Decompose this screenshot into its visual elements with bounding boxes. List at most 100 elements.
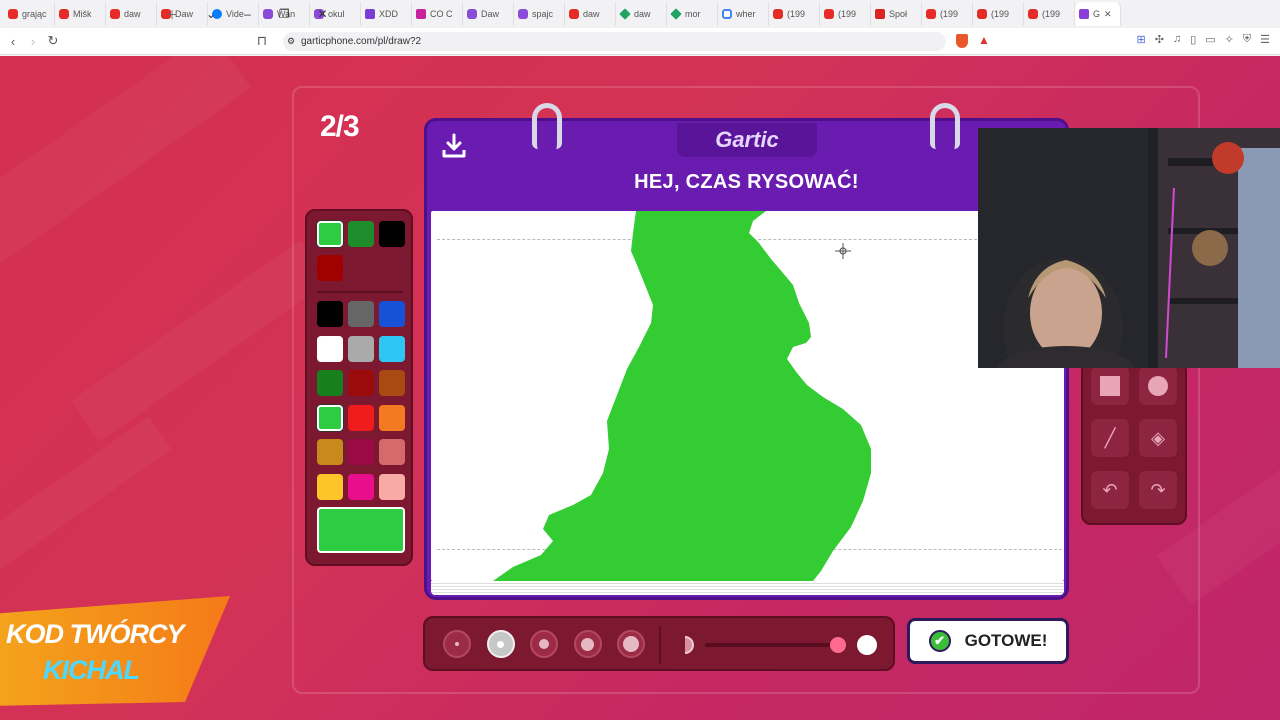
color-swatch[interactable]: [317, 404, 343, 431]
close-tab-icon[interactable]: ✕: [1104, 9, 1112, 20]
color-swatch[interactable]: [348, 301, 374, 327]
line-tool[interactable]: ╱: [1091, 419, 1129, 457]
extensions-icon[interactable]: ✣: [1155, 33, 1164, 46]
color-swatch[interactable]: [379, 301, 405, 327]
browser-tab[interactable]: daw: [565, 2, 616, 26]
rectangle-tool[interactable]: [1091, 367, 1129, 405]
sidebar-icon[interactable]: ▯: [1190, 33, 1196, 46]
browser-tab[interactable]: daw: [106, 2, 157, 26]
browser-tab[interactable]: XDD: [361, 2, 412, 26]
color-swatch[interactable]: [317, 439, 343, 465]
brush-size-option[interactable]: [617, 630, 645, 658]
tab-label: mor: [685, 9, 701, 19]
menu-icon[interactable]: ☰: [1260, 33, 1270, 46]
undo-icon: ↶: [1102, 479, 1118, 500]
color-swatch[interactable]: [348, 335, 374, 362]
undo-button[interactable]: ↶: [1091, 471, 1129, 509]
leo-icon[interactable]: ✧: [1225, 33, 1234, 46]
webcam-image: [978, 128, 1280, 368]
browser-tab[interactable]: Społ: [871, 2, 922, 26]
color-swatch[interactable]: [348, 473, 374, 500]
color-swatch[interactable]: [317, 473, 343, 500]
browser-tab[interactable]: G ✕: [1075, 2, 1121, 26]
translate-icon[interactable]: ⊞: [1137, 33, 1146, 46]
brave-rewards-icon[interactable]: ▲: [978, 33, 990, 47]
browser-tab[interactable]: wher: [718, 2, 769, 26]
back-button[interactable]: ‹: [3, 34, 23, 49]
tab-search-icon[interactable]: ⌄: [206, 7, 216, 21]
opacity-slider[interactable]: [685, 618, 885, 673]
tab-label: okul: [328, 9, 345, 19]
recent-color-swatch[interactable]: [317, 221, 343, 247]
browser-tab[interactable]: grając: [4, 2, 55, 26]
color-palette: [305, 209, 413, 566]
brush-size-option[interactable]: [573, 630, 602, 658]
color-swatch[interactable]: [348, 370, 374, 396]
brave-shield-icon[interactable]: [956, 34, 968, 48]
palette-divider: [317, 291, 403, 293]
tab-label: daw: [634, 9, 651, 19]
color-swatch[interactable]: [348, 404, 374, 431]
media-icon[interactable]: ♫: [1173, 33, 1181, 46]
forward-button[interactable]: ›: [23, 34, 43, 49]
browser-tab[interactable]: (199: [769, 2, 820, 26]
browser-tab[interactable]: mor: [667, 2, 718, 26]
browser-tab[interactable]: (199: [973, 2, 1024, 26]
game-page: 2/3 Gartic HEJ, CZAS RYSOWAĆ! ╱ ◈ ↶ ↷ ✔ …: [0, 56, 1280, 720]
fill-tool[interactable]: ◈: [1139, 419, 1177, 457]
color-swatch[interactable]: [348, 439, 374, 465]
new-tab-button[interactable]: ＋: [166, 6, 178, 23]
browser-tab[interactable]: spajc: [514, 2, 565, 26]
browser-tab[interactable]: Daw: [157, 2, 208, 26]
tab-label: G: [1093, 9, 1101, 19]
site-info-icon[interactable]: ⚙: [287, 32, 295, 51]
tab-label: Daw: [481, 9, 500, 19]
download-icon[interactable]: [439, 131, 469, 161]
tab-label: wher: [736, 9, 756, 19]
drawing-canvas[interactable]: [431, 211, 1064, 581]
wallet-icon[interactable]: ▭: [1205, 33, 1215, 46]
done-button[interactable]: ✔ GOTOWE!: [907, 618, 1069, 664]
slider-knob[interactable]: [830, 637, 846, 653]
youtube-icon: [569, 9, 579, 19]
minimize-button[interactable]: –: [244, 7, 251, 21]
brush-size-option[interactable]: [530, 630, 558, 658]
browser-tab[interactable]: (199: [820, 2, 871, 26]
recent-color-swatch[interactable]: [379, 221, 405, 247]
size-divider: [659, 626, 661, 664]
brush-size-option[interactable]: [443, 630, 471, 658]
youtube-icon: [977, 9, 987, 19]
color-swatch[interactable]: [317, 335, 343, 362]
recent-color-swatch[interactable]: [317, 255, 343, 281]
binder-ring-right: [930, 103, 960, 149]
bookmark-icon[interactable]: ⊓: [252, 33, 272, 49]
browser-tab[interactable]: (199: [1024, 2, 1075, 26]
browser-tab[interactable]: CO C: [412, 2, 463, 26]
current-color-preview: [317, 507, 405, 553]
brush-size-option[interactable]: [486, 630, 515, 658]
redo-icon: ↷: [1150, 479, 1166, 500]
browser-tab[interactable]: Daw: [463, 2, 514, 26]
color-swatch[interactable]: [379, 370, 405, 396]
color-swatch[interactable]: [379, 473, 405, 500]
recent-color-swatch[interactable]: [348, 221, 374, 247]
color-swatch[interactable]: [317, 370, 343, 396]
browser-tab[interactable]: (199: [922, 2, 973, 26]
notebook-pages: [431, 581, 1064, 595]
redo-button[interactable]: ↷: [1139, 471, 1177, 509]
browser-tab[interactable]: daw: [616, 2, 667, 26]
reload-button[interactable]: ↻: [43, 33, 63, 49]
vpn-icon[interactable]: ⛨: [1243, 33, 1251, 46]
color-swatch[interactable]: [317, 301, 343, 327]
browser-tab[interactable]: Mišk: [55, 2, 106, 26]
color-swatch[interactable]: [379, 439, 405, 465]
color-swatch[interactable]: [379, 335, 405, 362]
youtube-icon: [8, 9, 18, 19]
close-window-button[interactable]: ✕: [318, 7, 328, 21]
ellipse-tool[interactable]: [1139, 367, 1177, 405]
color-swatch[interactable]: [379, 404, 405, 431]
tab-label: XDD: [379, 9, 399, 19]
maximize-button[interactable]: ❐: [279, 7, 290, 21]
extensions-area: ⊞ ✣ ♫ ▯ ▭ ✧ ⛨ ☰: [1137, 33, 1271, 46]
url-field[interactable]: ⚙ garticphone.com/pl/draw?2: [283, 32, 946, 51]
